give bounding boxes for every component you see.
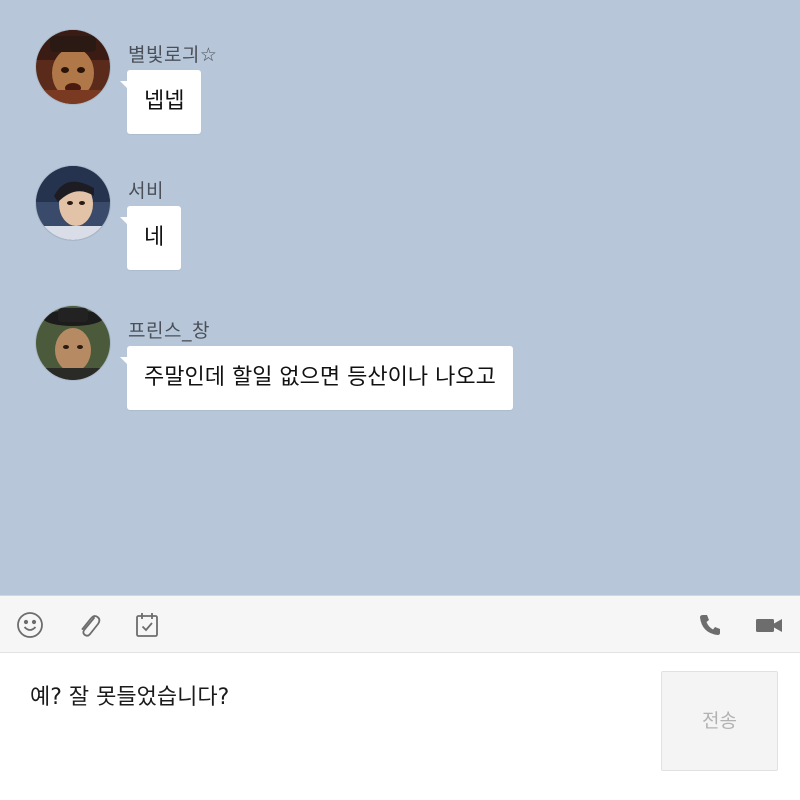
composer-toolbar — [0, 595, 800, 653]
message-bubble[interactable]: 주말인데 할일 없으면 등산이나 나오고 — [120, 346, 513, 410]
message-bubble[interactable]: 넵넵 — [119, 70, 202, 134]
attachment-icon[interactable] — [73, 609, 105, 641]
phone-icon[interactable] — [694, 609, 726, 641]
chat-area: 별빛로긔☆ 넵넵 서비 네 프린스_창 주말인데 할일 없으면 등산이나 나오고 — [0, 0, 800, 595]
avatar[interactable] — [36, 30, 110, 104]
video-call-icon[interactable] — [753, 609, 785, 641]
emoji-icon[interactable] — [14, 609, 46, 641]
message-composer: 예? 잘 못들었습니다? 전송 — [0, 653, 800, 800]
send-button[interactable]: 전송 — [661, 671, 778, 771]
message-input[interactable]: 예? 잘 못들었습니다? — [30, 679, 229, 711]
sender-name: 별빛로긔☆ — [128, 44, 218, 66]
avatar[interactable] — [36, 166, 110, 240]
message-bubble[interactable]: 네 — [119, 206, 182, 270]
avatar[interactable] — [36, 306, 110, 380]
calendar-icon[interactable] — [131, 609, 163, 641]
sender-name: 서비 — [128, 180, 164, 202]
sender-name: 프린스_창 — [128, 320, 210, 342]
